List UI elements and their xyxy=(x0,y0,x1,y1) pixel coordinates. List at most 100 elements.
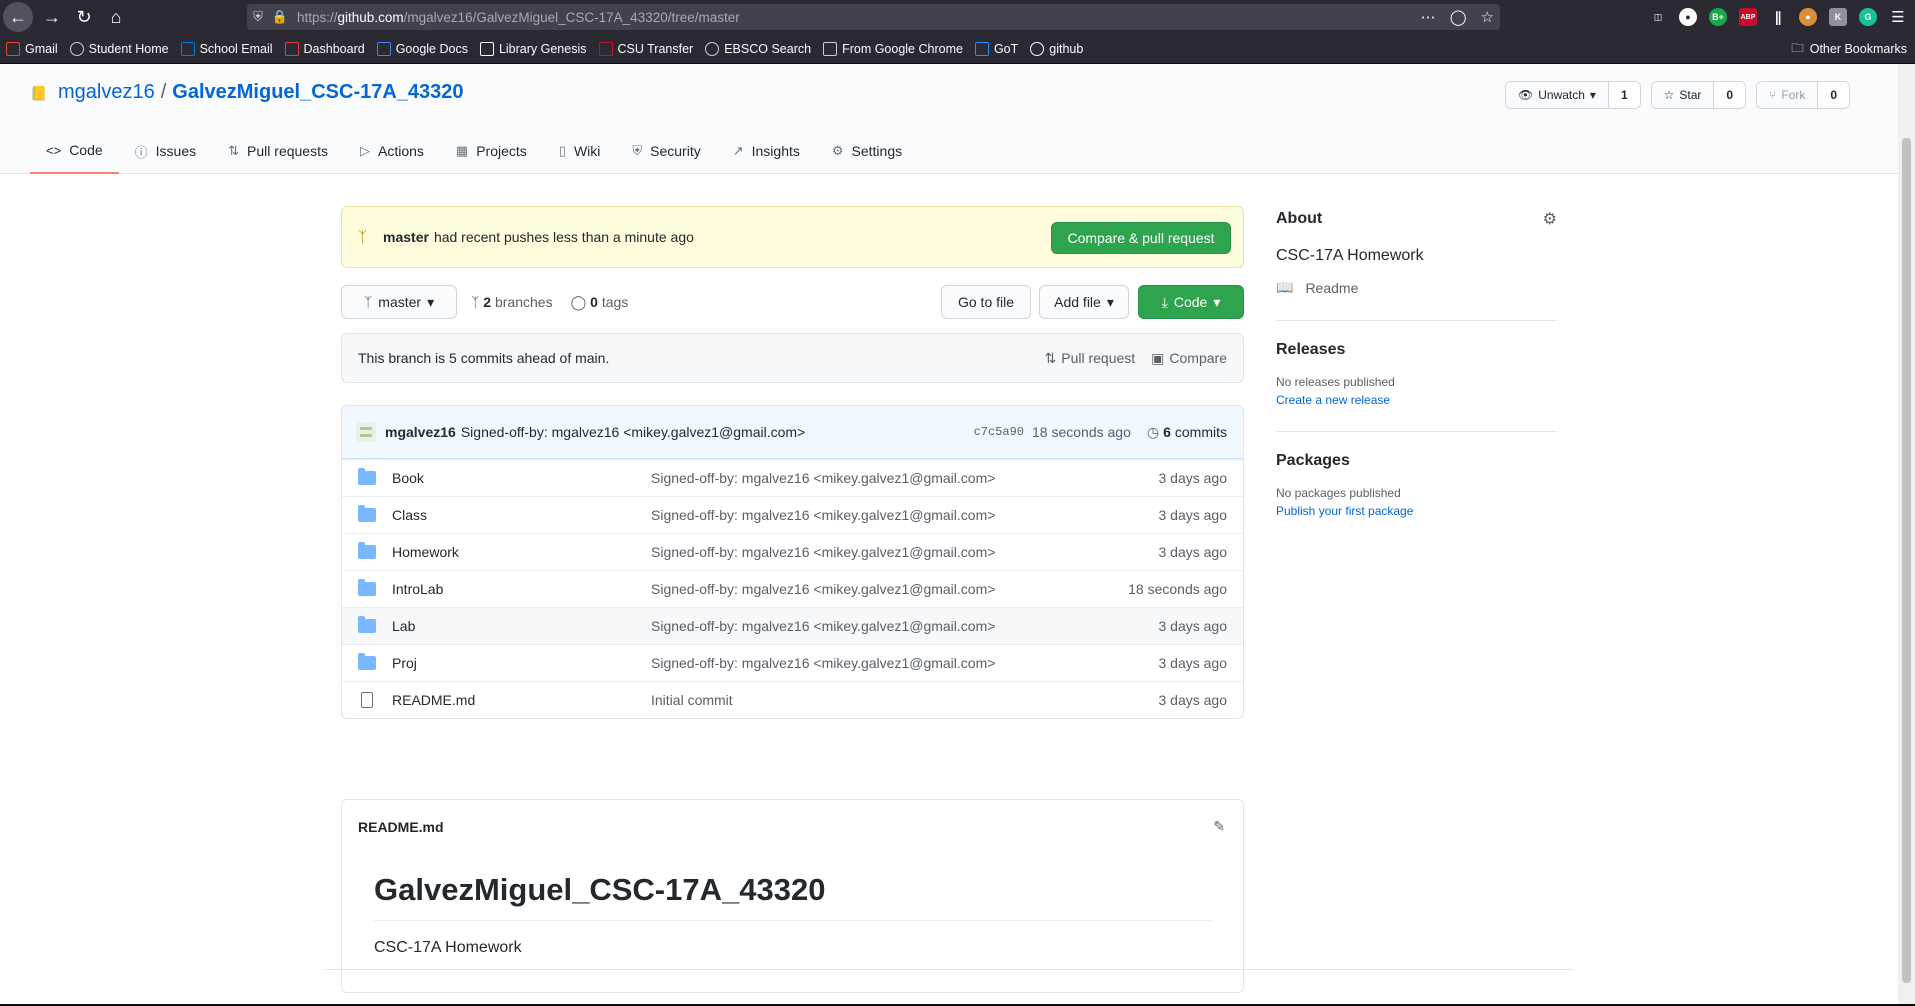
file-row[interactable]: Proj Signed-off-by: mgalvez16 <mikey.galv… xyxy=(342,644,1243,681)
file-row[interactable]: Homework Signed-off-by: mgalvez16 <mikey.… xyxy=(342,533,1243,570)
file-commit-message[interactable]: Signed-off-by: mgalvez16 <mikey.galvez1@… xyxy=(651,470,995,486)
account-icon[interactable]: ● xyxy=(1679,8,1697,26)
compare-link[interactable]: ▣ Compare xyxy=(1151,350,1227,367)
bookmark-item[interactable]: Gmail xyxy=(0,34,64,64)
commit-message[interactable]: Signed-off-by: mgalvez16 <mikey.galvez1@… xyxy=(461,424,805,440)
address-bar[interactable]: ⛨ 🔒 https://github.com/mgalvez16/GalvezM… xyxy=(247,4,1500,30)
tags-link[interactable]: ◯ 0 tags xyxy=(571,294,629,311)
file-commit-message[interactable]: Signed-off-by: mgalvez16 <mikey.galvez1@… xyxy=(651,618,995,634)
bookmark-item[interactable]: School Email xyxy=(175,34,279,64)
tracking-shield-icon[interactable]: ⛨ xyxy=(247,9,269,25)
readme-link[interactable]: 📖 Readme xyxy=(1276,279,1557,296)
reload-icon[interactable]: ↻ xyxy=(69,2,99,32)
file-row[interactable]: Lab Signed-off-by: mgalvez16 <mikey.galve… xyxy=(342,607,1243,644)
repo-owner-link[interactable]: mgalvez16 xyxy=(58,81,155,104)
bookmark-item[interactable]: From Google Chrome xyxy=(817,34,969,64)
tab-security[interactable]: ⛨ Security xyxy=(616,128,716,174)
tab-actions[interactable]: ▷ Actions xyxy=(344,128,440,174)
bookmark-item[interactable]: CSU Transfer xyxy=(593,34,700,64)
home-icon[interactable]: ⌂ xyxy=(101,2,131,32)
commit-author[interactable]: mgalvez16 xyxy=(385,424,456,440)
sidebar-icon[interactable]: ◫ xyxy=(1649,8,1667,26)
lock-icon[interactable]: 🔒 xyxy=(269,9,291,25)
url-text[interactable]: https://github.com/mgalvez16/GalvezMigue… xyxy=(297,10,740,25)
file-name-link[interactable]: Lab xyxy=(392,618,652,634)
file-commit-message[interactable]: Initial commit xyxy=(651,692,733,708)
file-name-link[interactable]: Homework xyxy=(392,544,652,560)
sidebar-divider xyxy=(1276,320,1557,321)
fork-count[interactable]: 0 xyxy=(1818,82,1849,108)
bookmark-item[interactable]: github xyxy=(1024,34,1089,64)
file-row[interactable]: Book Signed-off-by: mgalvez16 <mikey.galv… xyxy=(342,459,1243,496)
extension-cookie-icon[interactable]: ● xyxy=(1799,8,1817,26)
branch-select-button[interactable]: ᛉ master ▾ xyxy=(341,285,457,319)
extension-k-icon[interactable]: K xyxy=(1829,8,1847,26)
file-commit-message[interactable]: Signed-off-by: mgalvez16 <mikey.galvez1@… xyxy=(651,544,995,560)
commits-link[interactable]: ◷ 6 commits xyxy=(1147,424,1227,441)
file-name-link[interactable]: Proj xyxy=(392,655,652,671)
readme-body: CSC-17A Homework xyxy=(374,939,522,956)
bookmark-item[interactable]: EBSCO Search xyxy=(699,34,817,64)
grammarly-icon[interactable]: G xyxy=(1859,8,1877,26)
pocket-icon[interactable]: ◯ xyxy=(1450,8,1467,26)
tab-label: Issues xyxy=(155,143,197,159)
scrollbar-thumb[interactable] xyxy=(1902,138,1911,983)
readme-filename[interactable]: README.md xyxy=(358,819,444,835)
add-file-button[interactable]: Add file ▾ xyxy=(1039,285,1129,319)
folder-icon: 🗀 xyxy=(1791,40,1804,55)
menu-icon[interactable]: ☰ xyxy=(1889,8,1907,26)
file-row[interactable]: Class Signed-off-by: mgalvez16 <mikey.gal… xyxy=(342,496,1243,533)
forward-icon[interactable]: → xyxy=(37,2,67,32)
tab-projects[interactable]: ▦ Projects xyxy=(440,128,543,174)
commit-sha[interactable]: c7c5a90 xyxy=(974,425,1024,439)
code-button[interactable]: ⤓ Code ▾ xyxy=(1138,285,1244,319)
create-release-link[interactable]: Create a new release xyxy=(1276,393,1557,407)
edit-pencil-icon[interactable]: ✎ xyxy=(1213,818,1225,835)
branches-link[interactable]: ᛉ 2 branches xyxy=(471,294,553,310)
star-icon: ☆ xyxy=(1663,88,1675,102)
bookmark-star-icon[interactable]: ☆ xyxy=(1481,8,1494,26)
bookmark-item[interactable]: GoT xyxy=(969,34,1024,64)
file-commit-message[interactable]: Signed-off-by: mgalvez16 <mikey.galvez1@… xyxy=(651,655,995,671)
file-name-link[interactable]: Class xyxy=(392,507,652,523)
file-commit-message[interactable]: Signed-off-by: mgalvez16 <mikey.galvez1@… xyxy=(651,581,995,597)
tab-issues[interactable]: ⓘ Issues xyxy=(119,128,212,174)
pull-request-link[interactable]: ⇅ Pull request xyxy=(1045,350,1136,367)
other-bookmarks[interactable]: 🗀 Other Bookmarks xyxy=(1791,34,1907,64)
file-name-link[interactable]: README.md xyxy=(392,692,652,708)
bookmark-item[interactable]: Library Genesis xyxy=(474,34,593,64)
tab-code[interactable]: <> Code xyxy=(30,128,119,174)
watch-count[interactable]: 1 xyxy=(1608,82,1640,108)
bookmark-label: github xyxy=(1049,41,1084,56)
fork-button[interactable]: ⑂ Fork xyxy=(1757,82,1819,108)
bookmark-item[interactable]: Google Docs xyxy=(371,34,474,64)
star-button[interactable]: ☆ Star xyxy=(1651,82,1715,108)
bookmark-item[interactable]: Dashboard xyxy=(279,34,371,64)
go-to-file-button[interactable]: Go to file xyxy=(941,285,1031,319)
adblock-icon[interactable]: ABP xyxy=(1739,8,1757,26)
page-actions-icon[interactable]: ⋯ xyxy=(1421,8,1436,26)
file-commit-message[interactable]: Signed-off-by: mgalvez16 <mikey.galvez1@… xyxy=(651,507,995,523)
file-name-link[interactable]: Book xyxy=(392,470,652,486)
publish-package-link[interactable]: Publish your first package xyxy=(1276,504,1557,518)
packages-title[interactable]: Packages xyxy=(1276,452,1557,470)
repo-name-link[interactable]: GalvezMiguel_CSC-17A_43320 xyxy=(172,81,463,104)
tab-settings[interactable]: ⚙ Settings xyxy=(816,128,918,174)
page-scrollbar[interactable] xyxy=(1898,64,1915,1006)
bookmark-item[interactable]: Student Home xyxy=(64,34,175,64)
library-icon[interactable]: ∥ xyxy=(1769,8,1787,26)
extension-bplus-icon[interactable]: B+ xyxy=(1709,8,1727,26)
unwatch-button[interactable]: 👁 Unwatch ▾ xyxy=(1506,82,1609,108)
file-row[interactable]: IntroLab Signed-off-by: mgalvez16 <mikey.… xyxy=(342,570,1243,607)
gear-icon[interactable]: ⚙ xyxy=(1543,209,1557,229)
back-icon[interactable]: ← xyxy=(3,2,33,32)
file-name-link[interactable]: IntroLab xyxy=(392,581,652,597)
tab-pull-requests[interactable]: ⇅ Pull requests xyxy=(212,128,344,174)
avatar[interactable] xyxy=(356,422,376,442)
file-row[interactable]: README.md Initial commit 3 days ago xyxy=(342,681,1243,718)
star-count[interactable]: 0 xyxy=(1714,82,1746,108)
tab-insights[interactable]: ↗ Insights xyxy=(717,128,816,174)
releases-title[interactable]: Releases xyxy=(1276,341,1557,359)
tab-wiki[interactable]: ▯ Wiki xyxy=(543,128,617,174)
compare-pull-request-button[interactable]: Compare & pull request xyxy=(1051,222,1231,254)
